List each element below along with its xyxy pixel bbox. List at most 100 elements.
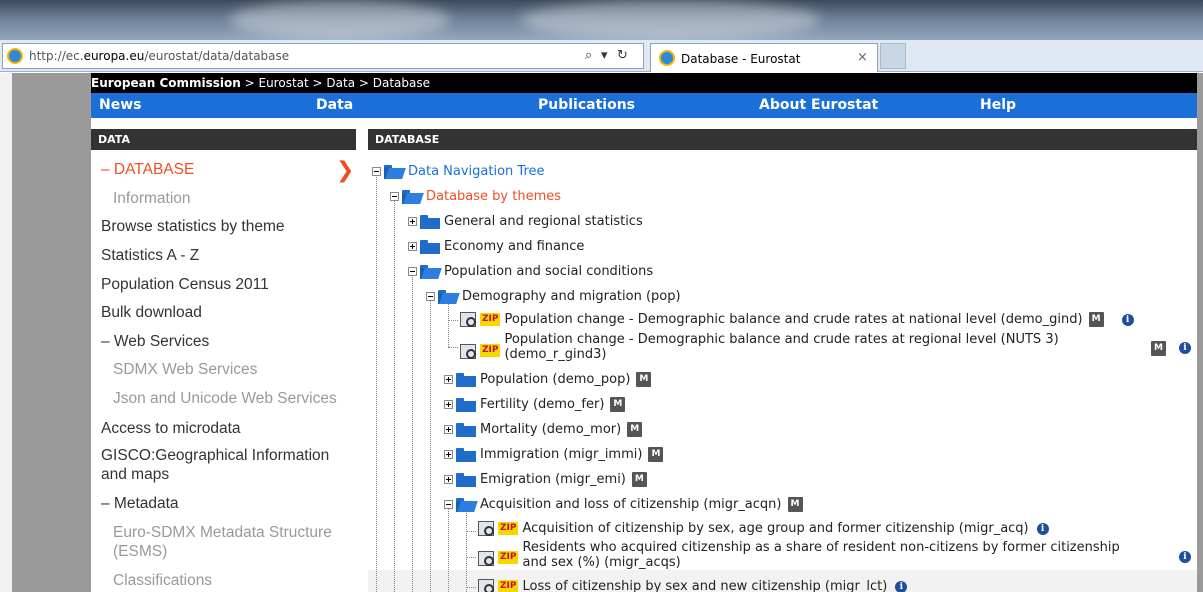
search-icon[interactable]: ⌕ [585,48,592,63]
tree-node-demography[interactable]: Demography and migration (pop) [426,289,681,304]
sidebar-item-json-unicode[interactable]: Json and Unicode Web Services [113,390,337,408]
zip-download-icon[interactable]: ZIP [498,551,519,564]
sidebar-item-statistics-a-z[interactable]: Statistics A - Z [101,247,199,265]
collapse-icon[interactable] [426,292,435,301]
info-icon[interactable]: i [1121,313,1134,326]
tree-node-economy[interactable]: Economy and finance [408,239,584,254]
tree-node-demo-mor[interactable]: Mortality (demo_mor) M [444,422,643,437]
sidebar-item-gisco-line2[interactable]: and maps [101,466,169,484]
tree-node-migr-acqn[interactable]: Acquisition and loss of citizenship (mig… [444,497,803,512]
tree-label-general[interactable]: General and regional statistics [444,214,643,229]
metadata-icon[interactable]: M [631,472,647,487]
sidebar-item-microdata[interactable]: Access to microdata [101,420,241,438]
tree-node-demo-pop[interactable]: Population (demo_pop) M [444,372,652,387]
sidebar-item-metadata[interactable]: – Metadata [101,495,179,513]
metadata-icon[interactable]: M [1088,312,1104,327]
dataset-demo-r-gind3[interactable]: ZIP Population change - Demographic bala… [460,332,1059,362]
tree-label[interactable]: Mortality (demo_mor) [480,422,621,437]
dataset-label[interactable]: Acquisition of citizenship by sex, age g… [522,521,1028,536]
dataset-migr-lct[interactable]: ZIP Loss of citizenship by sex and new c… [478,579,908,592]
tree-node-migr-immi[interactable]: Immigration (migr_immi) M [444,447,664,462]
metadata-icon[interactable]: M [648,447,664,462]
sidebar-item-esms[interactable]: Euro-SDMX Metadata Structure [113,524,332,542]
dataset-migr-acq[interactable]: ZIP Acquisition of citizenship by sex, a… [478,521,1049,536]
zip-download-icon[interactable]: ZIP [480,313,501,326]
nav-news[interactable]: News [99,97,141,113]
tree-label[interactable]: Immigration (migr_immi) [480,447,642,462]
expand-icon[interactable] [444,400,453,409]
collapse-icon[interactable] [390,192,399,201]
sidebar-item-bulk-download[interactable]: Bulk download [101,304,202,322]
metadata-icon[interactable]: M [1151,341,1166,356]
metadata-icon[interactable]: M [610,397,626,412]
collapse-icon[interactable] [444,500,453,509]
metadata-icon[interactable]: M [787,497,803,512]
breadcrumb-trail[interactable]: > Eurostat > Data > Database [241,76,430,90]
nav-publications[interactable]: Publications [538,97,635,113]
info-icon[interactable]: i [1036,522,1049,535]
tree-node-migr-emi[interactable]: Emigration (migr_emi) M [444,472,647,487]
metadata-icon[interactable]: M [636,372,652,387]
close-tab-icon[interactable]: × [857,50,868,65]
nav-data[interactable]: Data [316,97,353,113]
sidebar-item-gisco[interactable]: GISCO:Geographical Information [101,447,329,465]
dropdown-icon[interactable]: ▾ [601,48,608,63]
refresh-icon[interactable]: ↻ [617,48,628,63]
tree-node-root[interactable]: Data Navigation Tree [372,164,545,179]
address-url[interactable]: http://ec.europa.eu/eurostat/data/databa… [29,49,289,63]
table-view-icon[interactable] [460,312,476,327]
nav-about-eurostat[interactable]: About Eurostat [759,97,878,113]
collapse-icon[interactable] [408,267,417,276]
expand-icon[interactable] [408,217,417,226]
table-view-icon[interactable] [478,521,494,536]
expand-icon[interactable] [444,450,453,459]
new-tab-button[interactable] [880,43,906,69]
dataset-migr-acqs[interactable]: ZIP Residents who acquired citizenship a… [478,540,1120,570]
sidebar-item-esms-line2[interactable]: (ESMS) [113,543,167,561]
dataset-label[interactable]: Population change - Demographic balance … [504,312,1082,327]
tree-label-themes[interactable]: Database by themes [426,189,561,204]
breadcrumb-root[interactable]: European Commission [91,76,241,90]
tree-node-population-social[interactable]: Population and social conditions [408,264,653,279]
metadata-icon[interactable]: M [627,422,643,437]
expand-icon[interactable] [444,475,453,484]
table-view-icon[interactable] [478,551,494,566]
sidebar-item-browse-by-theme[interactable]: Browse statistics by theme [101,218,284,236]
tree-label-economy[interactable]: Economy and finance [444,239,584,254]
tree-node-demo-fer[interactable]: Fertility (demo_fer) M [444,397,626,412]
address-bar[interactable]: http://ec.europa.eu/eurostat/data/databa… [2,43,644,69]
info-icon[interactable]: i [1179,342,1191,354]
dataset-label[interactable]: Loss of citizenship by sex and new citiz… [522,579,887,592]
sidebar-item-web-services[interactable]: – Web Services [101,333,209,351]
sidebar-item-database[interactable]: – DATABASE [101,161,194,179]
zip-download-icon[interactable]: ZIP [498,522,519,535]
tree-label[interactable]: Population (demo_pop) [480,372,630,387]
table-view-icon[interactable] [478,579,494,592]
tree-node-general[interactable]: General and regional statistics [408,214,643,229]
dataset-label[interactable]: Population change - Demographic balance … [504,332,1058,362]
tree-label[interactable]: Emigration (migr_emi) [480,472,626,487]
table-view-icon[interactable] [460,344,476,359]
tree-label-demography[interactable]: Demography and migration (pop) [462,289,681,304]
expand-icon[interactable] [444,425,453,434]
zip-download-icon[interactable]: ZIP [480,344,501,357]
expand-icon[interactable] [444,375,453,384]
sidebar-item-sdmx-web-services[interactable]: SDMX Web Services [113,361,257,379]
sidebar-item-classifications[interactable]: Classifications [113,572,212,590]
zip-download-icon[interactable]: ZIP [498,580,519,592]
nav-help[interactable]: Help [980,97,1016,113]
dataset-demo-gind[interactable]: ZIP Population change - Demographic bala… [460,312,1134,327]
tree-label[interactable]: Fertility (demo_fer) [480,397,604,412]
dataset-label[interactable]: Residents who acquired citizenship as a … [522,540,1119,570]
expand-icon[interactable] [408,242,417,251]
browser-tab[interactable]: Database - Eurostat × [650,43,878,72]
sidebar-item-population-census[interactable]: Population Census 2011 [101,276,269,294]
tree-label-population-social[interactable]: Population and social conditions [444,264,653,279]
sidebar-item-information[interactable]: Information [113,190,191,208]
tree-label-root[interactable]: Data Navigation Tree [408,164,545,179]
tree-label[interactable]: Acquisition and loss of citizenship (mig… [480,497,782,512]
collapse-icon[interactable] [372,167,381,176]
tree-node-themes[interactable]: Database by themes [390,189,561,204]
info-icon[interactable]: i [1179,551,1191,563]
info-icon[interactable]: i [895,580,908,592]
